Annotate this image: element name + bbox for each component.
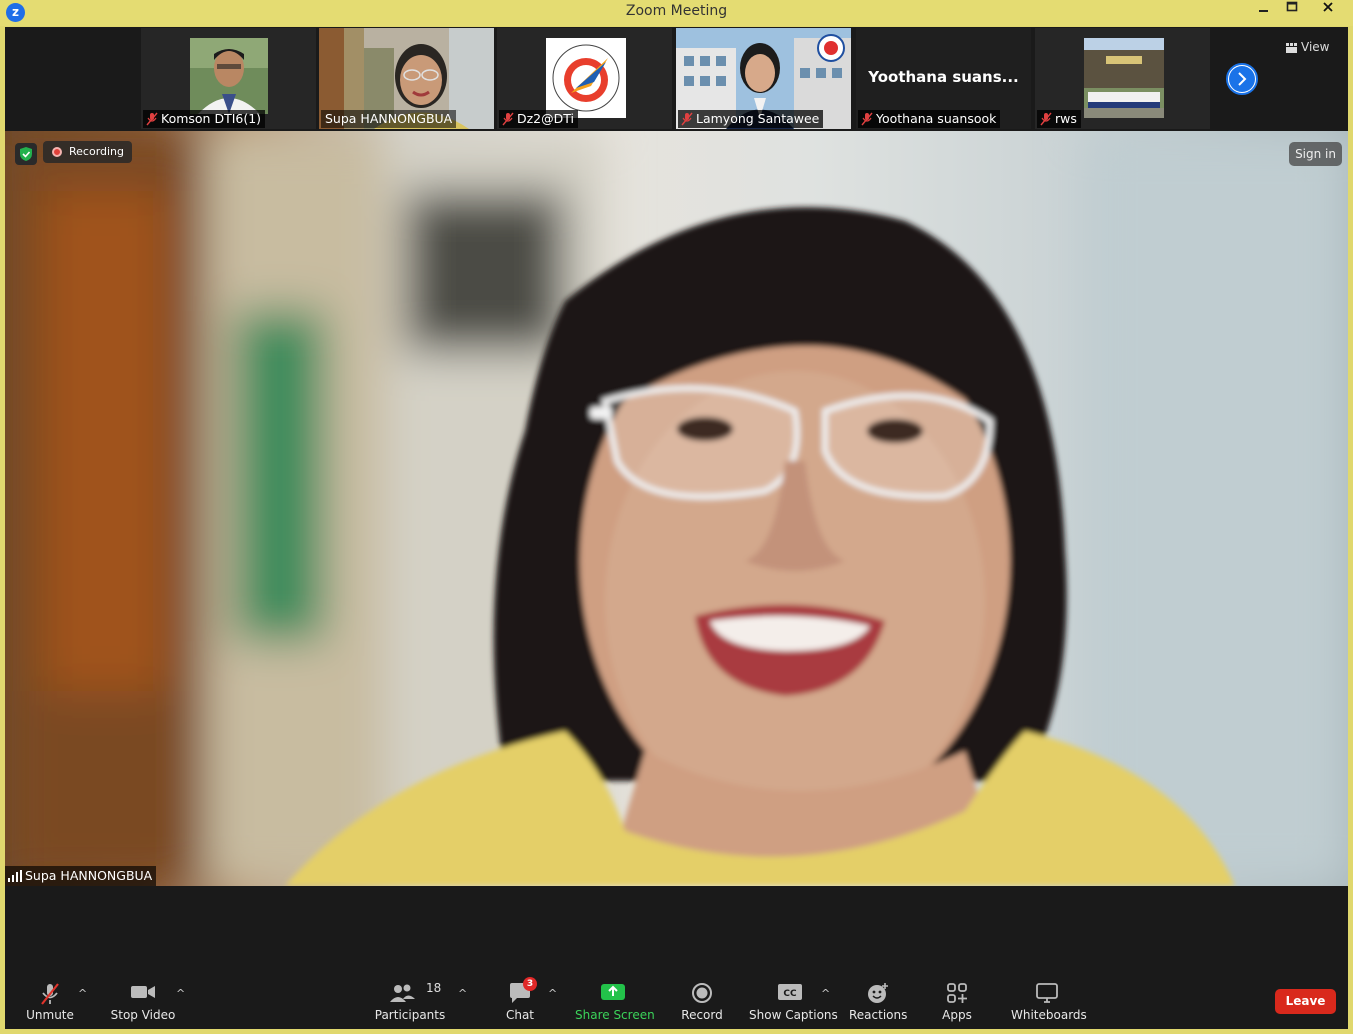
closed-captions-icon: CC <box>749 977 831 1007</box>
participant-name-tag: Dz2@DTi <box>499 110 578 128</box>
participant-name-tag: Yoothana suansook <box>858 110 1001 128</box>
stop-video-label: Stop Video <box>110 1008 176 1022</box>
participants-options-caret[interactable]: ^ <box>458 987 467 1000</box>
meeting-area: Komson DTI6(1) Supa HANNONGBUA Dz2@DTi L… <box>5 27 1348 1029</box>
audio-options-caret[interactable]: ^ <box>78 987 87 1000</box>
sign-in-button[interactable]: Sign in <box>1289 142 1342 166</box>
next-page-button[interactable] <box>1226 63 1258 95</box>
meeting-toolbar: Unmute ^ Stop Video ^ 18 Participants ^ <box>5 977 1348 1029</box>
chat-unread-badge: 3 <box>523 977 537 991</box>
participants-label: Participants <box>374 1008 446 1022</box>
muted-microphone-icon <box>23 977 77 1007</box>
participant-photo-komson <box>190 38 268 114</box>
video-options-caret[interactable]: ^ <box>176 987 185 1000</box>
reactions-button[interactable]: Reactions <box>849 977 907 1027</box>
smiley-reaction-icon <box>849 977 907 1007</box>
view-label: View <box>1301 40 1330 54</box>
video-camera-icon <box>108 977 178 1007</box>
window-title: Zoom Meeting <box>625 3 728 19</box>
chat-label: Chat <box>505 1008 535 1022</box>
muted-mic-icon <box>146 112 158 126</box>
participant-strip: Komson DTI6(1) Supa HANNONGBUA Dz2@DTi L… <box>5 27 1348 131</box>
share-screen-icon <box>575 977 651 1007</box>
active-speaker-video: Recording Sign in Supa HANNONGBUA <box>5 131 1348 886</box>
signal-strength-icon <box>8 870 22 882</box>
active-speaker-name-tag: Supa HANNONGBUA <box>5 866 157 886</box>
share-screen-label: Share Screen <box>575 1008 655 1022</box>
chevron-right-icon <box>1229 66 1255 92</box>
participant-display-name: Yoothana suans... <box>868 68 1019 86</box>
participant-tile-lamyong[interactable]: Lamyong Santawee <box>676 28 851 129</box>
zoom-window: z Zoom Meeting Komson DTI6(1) Supa HANNO… <box>0 0 1353 1034</box>
muted-mic-icon <box>681 112 693 126</box>
view-button[interactable]: View <box>1286 37 1329 57</box>
participant-tile-yoothana[interactable]: Yoothana suans... Yoothana suansook <box>856 28 1031 129</box>
participant-name-tag: Komson DTI6(1) <box>143 110 266 128</box>
unmute-label: Unmute <box>26 1008 74 1022</box>
participant-name-tag: Supa HANNONGBUA <box>321 110 457 128</box>
muted-mic-icon <box>502 112 514 126</box>
leave-button[interactable]: Leave <box>1275 989 1336 1014</box>
participant-name: Yoothana suansook <box>876 111 997 126</box>
participant-name: rws <box>1055 111 1077 126</box>
participant-name: Komson DTI6(1) <box>161 111 262 126</box>
maximize-icon <box>1286 1 1298 12</box>
record-button[interactable]: Record <box>680 977 724 1027</box>
participant-name: Supa HANNONGBUA <box>325 111 453 126</box>
show-captions-label: Show Captions <box>749 1008 838 1022</box>
recording-indicator[interactable]: Recording <box>43 141 133 163</box>
participants-count: 18 <box>426 981 442 995</box>
participant-tile-komson[interactable]: Komson DTI6(1) <box>141 28 316 129</box>
close-button[interactable] <box>1311 0 1345 22</box>
apps-label: Apps <box>942 1008 972 1022</box>
show-captions-button[interactable]: CC Show Captions <box>749 977 838 1027</box>
share-screen-button[interactable]: Share Screen <box>575 977 655 1027</box>
muted-mic-icon <box>1040 112 1052 126</box>
minimize-icon <box>1259 10 1268 12</box>
recording-label: Recording <box>69 145 125 158</box>
unmute-button[interactable]: Unmute <box>23 977 77 1027</box>
record-icon <box>680 977 724 1007</box>
participant-tile-dz2[interactable]: Dz2@DTi <box>497 28 672 129</box>
encryption-shield-badge[interactable] <box>15 143 37 165</box>
participant-tile-supa[interactable]: Supa HANNONGBUA <box>319 28 494 129</box>
stop-video-button[interactable]: Stop Video <box>108 977 178 1027</box>
maximize-button[interactable] <box>1275 0 1309 22</box>
participant-name-tag: rws <box>1037 110 1081 128</box>
grid-view-icon <box>1286 43 1297 53</box>
shield-icon <box>20 147 32 161</box>
defence-technology-institute-logo <box>546 38 626 118</box>
active-speaker-name: Supa HANNONGBUA <box>25 868 153 883</box>
participant-name: Lamyong Santawee <box>696 111 820 126</box>
title-bar: z Zoom Meeting <box>0 0 1353 26</box>
chat-options-caret[interactable]: ^ <box>548 987 557 1000</box>
chat-button[interactable]: 3 Chat <box>499 977 541 1027</box>
record-label: Record <box>681 1008 723 1022</box>
participant-photo-rws <box>1084 38 1164 118</box>
whiteboards-button[interactable]: Whiteboards <box>1011 977 1087 1027</box>
apps-button[interactable]: Apps <box>940 977 974 1027</box>
participant-tile-rws[interactable]: rws <box>1035 28 1210 129</box>
participant-name-tag: Lamyong Santawee <box>678 110 824 128</box>
participants-button[interactable]: 18 Participants <box>374 977 446 1027</box>
close-icon <box>1323 2 1333 12</box>
apps-grid-icon <box>940 977 974 1007</box>
speaker-video-frame <box>5 131 1348 886</box>
reactions-label: Reactions <box>849 1008 908 1022</box>
whiteboard-icon <box>1011 977 1083 1007</box>
muted-mic-icon <box>861 112 873 126</box>
whiteboards-label: Whiteboards <box>1011 1008 1087 1022</box>
recording-dot-icon <box>52 147 62 157</box>
svg-text:CC: CC <box>783 989 797 999</box>
participant-name: Dz2@DTi <box>517 111 574 126</box>
captions-options-caret[interactable]: ^ <box>821 987 830 1000</box>
